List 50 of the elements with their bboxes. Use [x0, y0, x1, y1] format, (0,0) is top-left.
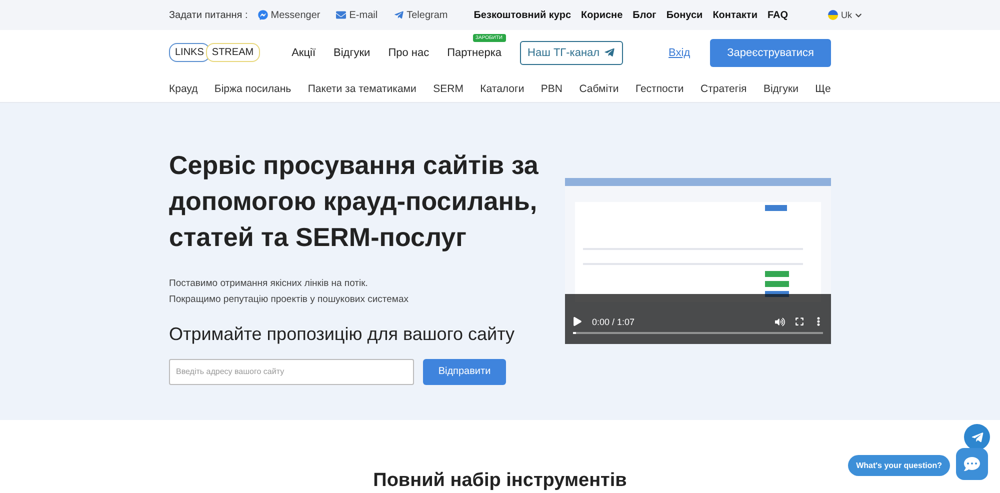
menu-item[interactable]: Біржа посилань — [214, 82, 292, 94]
nav-link[interactable]: Акції — [292, 46, 316, 58]
logo-word: LINKS — [169, 43, 210, 62]
contact-link[interactable]: E-mail — [336, 10, 378, 20]
hero-subtitle: Покращимо репутацію проектів у пошукових системах — [169, 294, 410, 305]
video-time: 0:00 / 1:07 — [592, 316, 635, 326]
volume-icon[interactable] — [775, 316, 785, 326]
nav-link[interactable]: Відгуки — [334, 46, 370, 58]
menu-item[interactable]: Ще — [815, 82, 831, 94]
offer-heading: Отримайте пропозицію для вашого сайту — [169, 324, 516, 345]
register-button[interactable]: Зареєструватися — [710, 38, 831, 66]
top-link[interactable]: Контакти — [712, 10, 758, 20]
mail-icon — [336, 10, 346, 20]
language-selector[interactable]: Uk — [841, 10, 852, 20]
play-icon[interactable] — [573, 317, 582, 326]
menu-item[interactable]: Каталоги — [480, 82, 524, 94]
login-link[interactable]: Вхід — [668, 46, 690, 58]
menu-item[interactable]: SERM — [433, 82, 464, 94]
top-link[interactable]: Бонуси — [666, 10, 703, 20]
flag-icon — [828, 10, 838, 20]
menu-item[interactable]: Пакети за тематиками — [308, 82, 416, 94]
contact-link[interactable]: Telegram — [394, 10, 448, 20]
telegram-icon[interactable] — [964, 424, 990, 450]
top-link[interactable]: Блог — [632, 10, 656, 20]
hero-title: Сервіс просування сайтів за допомогою крауд-посилань, статей та SERM-послуг — [169, 149, 540, 254]
messenger-icon — [258, 10, 268, 20]
logo-word: STREAM — [206, 43, 260, 62]
section-title: Повний набір інструментів — [373, 470, 627, 492]
fullscreen-icon[interactable] — [795, 317, 804, 326]
nav-link[interactable]: Про нас — [388, 46, 430, 58]
menu-item[interactable]: Крауд — [169, 82, 198, 94]
menu-item[interactable]: Відгуки — [763, 82, 798, 94]
menu-item[interactable]: PBN — [540, 82, 562, 94]
chat-icon[interactable] — [956, 448, 988, 480]
hero-subtitle: Поставимо отримання якісних лінків на потік. — [169, 278, 369, 289]
menu-item[interactable]: Сабміти — [579, 82, 619, 94]
menu-item[interactable]: Стратегія — [700, 82, 747, 94]
menu-item[interactable]: Гестпости — [635, 82, 684, 94]
contact-label: Задати питання : — [169, 10, 248, 20]
site-url-field[interactable]: Введіть адресу вашого сайту — [169, 358, 414, 385]
telegram-icon — [394, 10, 404, 20]
top-link[interactable]: Корисне — [581, 10, 623, 20]
top-link[interactable]: FAQ — [767, 10, 788, 20]
send-button[interactable]: Відправити — [423, 358, 506, 385]
telegram-channel-button[interactable]: Наш ТГ-канал — [520, 40, 623, 64]
top-link[interactable]: Безкоштовний курс — [474, 10, 572, 20]
telegram-icon — [604, 47, 615, 58]
nav-link[interactable]: Партнерка — [447, 46, 502, 58]
chevron-icon — [855, 12, 862, 18]
contact-link[interactable]: Messenger — [258, 10, 320, 20]
